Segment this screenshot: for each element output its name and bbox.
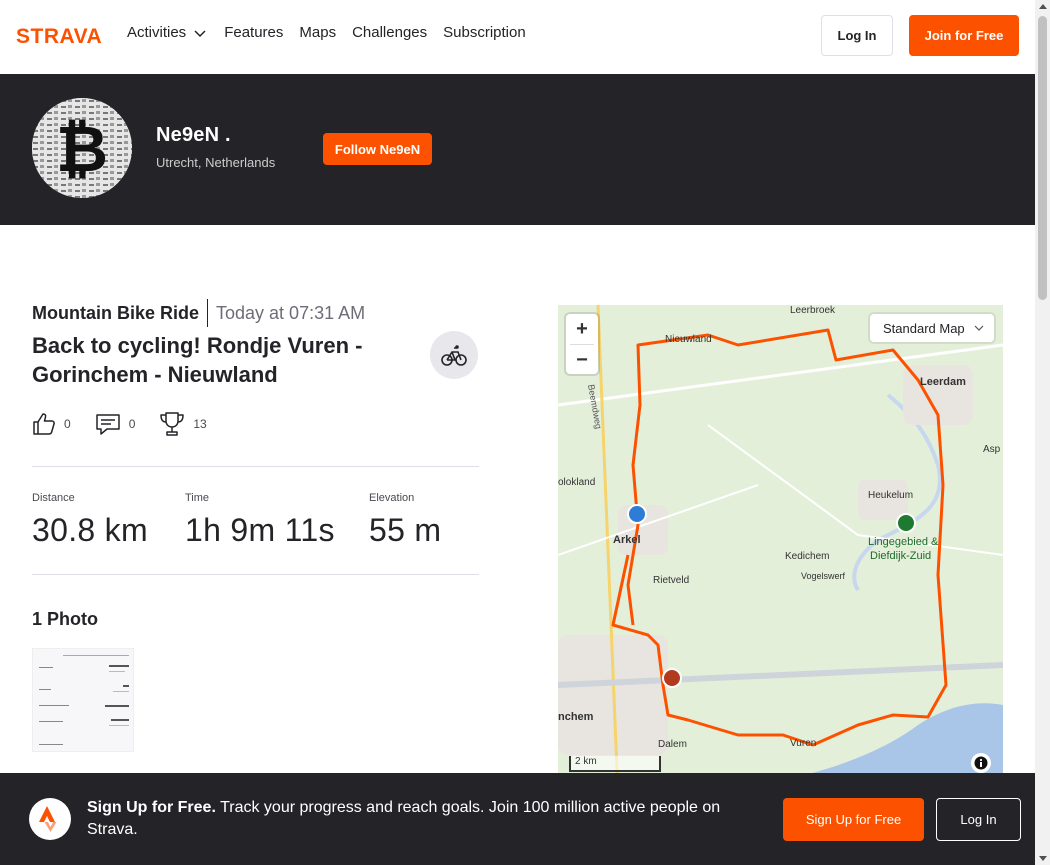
place-label: Leerbroek xyxy=(790,305,836,316)
place-label: Vogelswerf xyxy=(801,571,846,581)
follow-button[interactable]: Follow Ne9eN xyxy=(323,133,432,165)
chevron-down-icon xyxy=(194,29,206,37)
stat-value: 55 m xyxy=(369,512,442,548)
place-label: Asp xyxy=(983,444,1001,455)
banner-message: Sign Up for Free. Track your progress an… xyxy=(87,797,757,841)
banner-login-button[interactable]: Log In xyxy=(936,798,1021,841)
nav-menu: Activities Features Maps Challenges Subs… xyxy=(127,24,542,41)
map-style-label: Standard Map xyxy=(883,320,965,336)
place-label: nchem xyxy=(558,711,594,723)
park-marker-icon xyxy=(896,513,916,533)
nav-item-label: Activities xyxy=(127,24,187,41)
divider xyxy=(32,466,479,467)
athlete-name[interactable]: Ne9eN . xyxy=(156,124,231,147)
place-label: Dalem xyxy=(658,739,687,750)
scroll-down-arrow-icon[interactable] xyxy=(1039,856,1047,861)
top-nav: STRAVA Activities Features Maps Challeng… xyxy=(0,0,1035,74)
stat-value: 1h 9m 11s xyxy=(185,512,335,548)
bitcoin-avatar-icon: ₿ xyxy=(32,98,132,198)
athlete-header: ₿ Ne9eN . Utrecht, Netherlands Follow Ne… xyxy=(0,74,1035,225)
zoom-out-button[interactable]: − xyxy=(566,345,598,375)
trophy-icon xyxy=(160,412,185,436)
avatar[interactable]: ₿ xyxy=(32,98,132,198)
activity-meta: Mountain Bike Ride Today at 07:31 AM xyxy=(32,299,365,327)
thumbs-up-icon xyxy=(33,413,55,435)
cafe-marker-icon xyxy=(662,668,682,688)
scroll-thumb[interactable] xyxy=(1038,16,1047,300)
scroll-up-arrow-icon[interactable] xyxy=(1039,4,1047,9)
place-label: Arkel xyxy=(613,534,641,546)
social-actions: 0 0 13 xyxy=(32,411,231,437)
photo-marker-icon[interactable] xyxy=(627,504,647,524)
activity-title: Back to cycling! Rondje Vuren - Gorinche… xyxy=(32,333,363,387)
nav-item-subscription[interactable]: Subscription xyxy=(443,24,526,41)
comments-count: 0 xyxy=(128,417,136,431)
stat-label: Elevation xyxy=(369,492,415,504)
place-label: olokland xyxy=(558,477,595,488)
strava-badge-icon xyxy=(29,798,71,840)
map-style-select[interactable]: Standard Map xyxy=(870,314,994,342)
stat-label: Distance xyxy=(32,492,75,504)
place-label: Heukelum xyxy=(868,490,913,501)
place-label: Nieuwland xyxy=(665,334,712,345)
join-button[interactable]: Join for Free xyxy=(909,15,1019,56)
map-canvas: Leerbroek Nieuwland Leerdam Asp Beemdweg… xyxy=(558,305,1003,795)
login-button[interactable]: Log In xyxy=(821,15,893,56)
activity-date: Today at 07:31 AM xyxy=(216,302,366,323)
comment-icon xyxy=(95,414,120,435)
signup-banner: Sign Up for Free. Track your progress an… xyxy=(0,773,1035,865)
stat-value: 30.8 km xyxy=(32,512,148,548)
map-info-button[interactable] xyxy=(971,753,991,773)
route-map[interactable]: Leerbroek Nieuwland Leerdam Asp Beemdweg… xyxy=(558,305,1003,795)
kudos-count: 0 xyxy=(64,417,71,431)
achievements-button[interactable]: 13 xyxy=(159,411,207,437)
svg-text:₿: ₿ xyxy=(56,113,108,187)
activity-type: Mountain Bike Ride xyxy=(32,302,200,323)
info-icon xyxy=(974,756,988,770)
stat-distance: Distance 30.8 km xyxy=(32,492,148,549)
nav-item-features[interactable]: Features xyxy=(224,24,283,41)
map-scale: 2 km xyxy=(569,756,661,772)
logo-text: STRAVA xyxy=(16,26,102,46)
nav-item-label: Features xyxy=(224,24,284,41)
divider xyxy=(207,299,209,327)
strava-logo[interactable]: STRAVA xyxy=(16,26,112,46)
sport-type-badge xyxy=(430,331,478,379)
stat-time: Time 1h 9m 11s xyxy=(185,492,335,549)
nav-item-activities[interactable]: Activities xyxy=(127,24,208,41)
nav-item-label: Maps xyxy=(299,24,337,41)
athlete-location: Utrecht, Netherlands xyxy=(156,155,276,170)
divider xyxy=(32,574,479,575)
photo-thumbnail[interactable] xyxy=(32,648,134,752)
chevron-down-icon xyxy=(974,325,984,331)
comments-button[interactable]: 0 xyxy=(95,412,136,436)
nav-item-label: Subscription xyxy=(443,24,526,41)
nav-item-challenges[interactable]: Challenges xyxy=(352,24,427,41)
banner-bold-text: Sign Up for Free. xyxy=(87,799,216,816)
mountain-bike-icon xyxy=(441,345,467,366)
place-label: Leerdam xyxy=(920,376,966,388)
nav-item-label: Challenges xyxy=(352,24,428,41)
zoom-in-button[interactable]: + xyxy=(566,314,598,344)
place-label: Vuren xyxy=(790,738,816,749)
banner-signup-button[interactable]: Sign Up for Free xyxy=(783,798,924,841)
stat-label: Time xyxy=(185,492,210,504)
road xyxy=(707,424,1003,556)
page-scrollbar[interactable] xyxy=(1035,0,1050,865)
place-label: Kedichem xyxy=(785,551,829,562)
kudos-button[interactable]: 0 xyxy=(32,412,71,436)
photos-heading: 1 Photo xyxy=(32,609,98,629)
zoom-control: + − xyxy=(566,314,598,374)
place-label: Lingegebied & xyxy=(868,536,939,548)
stat-elevation: Elevation 55 m xyxy=(369,492,441,549)
place-label: Rietveld xyxy=(653,575,689,586)
achievements-count: 13 xyxy=(193,417,207,431)
place-label: Diefdijk-Zuid xyxy=(870,550,931,562)
nav-item-maps[interactable]: Maps xyxy=(299,24,336,41)
